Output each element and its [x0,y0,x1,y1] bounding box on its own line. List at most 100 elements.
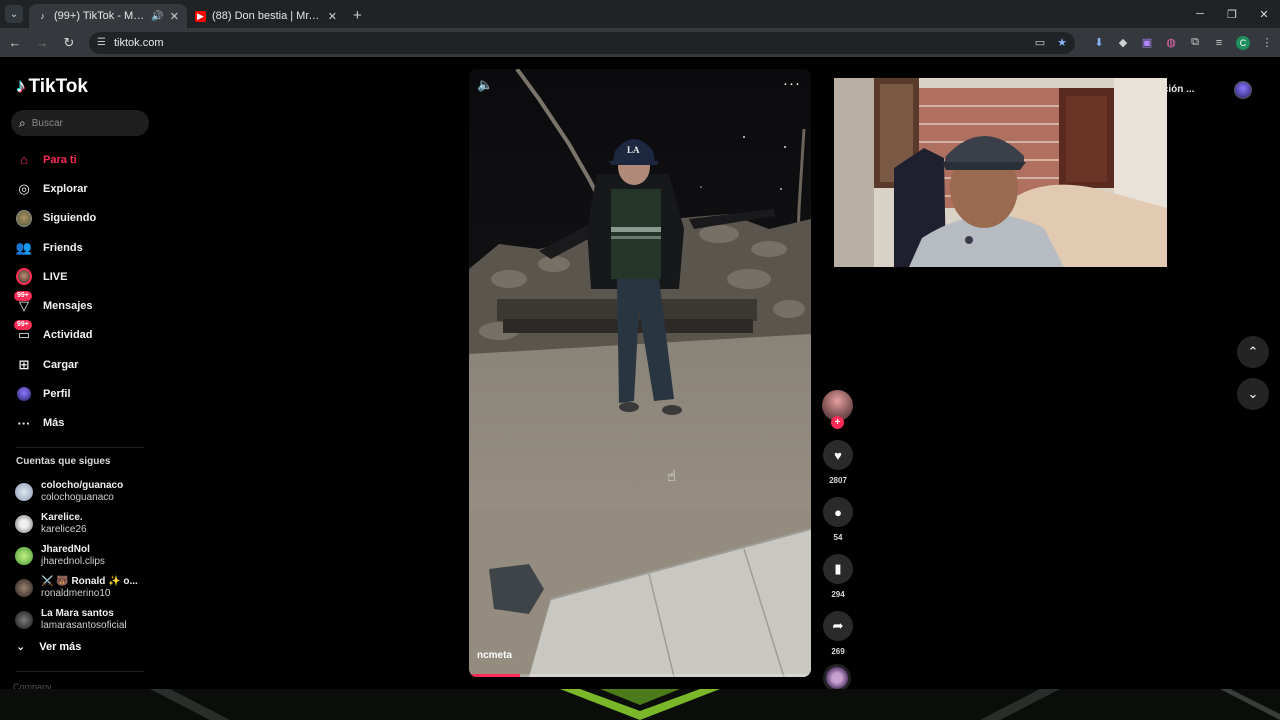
tiktok-logo[interactable]: ♪ TikTok [16,76,88,98]
creator-avatar[interactable]: + [822,390,853,429]
desktop-wallpaper [0,689,1280,720]
cast-icon[interactable]: ▭ [1035,36,1045,49]
share-arrow-icon[interactable]: ➦ [823,611,853,641]
nav-label: Más [43,417,65,430]
account-name: La Mara santos [41,608,114,619]
see-more-label: Ver más [39,640,82,653]
tab-tiktok[interactable]: ♪ (99+) TikTok - Make Your Day 🔊 ✕ [29,4,187,28]
nav-label: Actividad [43,329,93,342]
youtube-favicon-icon: ▶ [195,10,206,22]
nav-label: Perfil [43,388,71,401]
minimize-icon[interactable]: ─ [1184,8,1216,20]
next-video-button[interactable]: ⌄ [1237,378,1269,410]
extensions-puzzle-icon[interactable]: ⧉ [1183,36,1207,49]
chevron-down-icon: ⌄ [1247,386,1259,401]
like-action: ♥ 2807 [822,440,854,486]
webcam-overlay [834,78,1167,267]
nav-item-perfil[interactable]: Perfil [0,379,160,408]
sidebar-divider [16,671,144,672]
bookmark-star-icon[interactable]: ★ [1057,36,1067,49]
home-icon: ⌂ [20,152,28,168]
browser-menu-icon[interactable]: ⋮ [1255,36,1279,49]
tab-youtube[interactable]: ▶ (88) Don bestia | Mr.Beast Parody ✕ [187,4,345,28]
nav-label: Para ti [43,153,77,166]
account-name: ⚔️ 🐻 Ronald ✨ o... [41,576,138,587]
media-control-icon[interactable]: ≡ [1207,37,1231,49]
new-tab-button[interactable]: + [353,7,362,24]
hand-cursor-icon: ☝ [667,468,677,485]
share-count: 269 [831,647,845,656]
extension-pink-icon[interactable]: ◍ [1159,36,1183,49]
browser-tab-strip: ⌄ ♪ (99+) TikTok - Make Your Day 🔊 ✕ ▶ (… [0,0,1280,28]
follow-plus-icon[interactable]: + [831,416,844,429]
tab-search-icon[interactable]: ⌄ [5,5,23,23]
tab-audio-icon[interactable]: 🔊 [151,11,163,22]
sidebar: ♪ TikTok ⌕ Buscar ⌂ Para ti ◎ Explorar S… [0,57,160,692]
following-account[interactable]: colocho/guanaco colochoguanaco [0,476,160,508]
video-player[interactable]: LA 🔈 ··· ncmeta [469,69,811,677]
save-action: ▮ 294 [822,554,854,600]
nav-label: Siguiendo [43,212,97,225]
following-list: colocho/guanaco colochoguanaco Karelice. k… [0,476,160,636]
heart-icon[interactable]: ♥ [823,440,853,470]
following-account[interactable]: ⚔️ 🐻 Ronald ✨ o... ronaldmerino10 [0,572,160,604]
nav-item-actividad[interactable]: ▭ 99+ Actividad [0,320,160,350]
following-account[interactable]: Karelice. karelice26 [0,508,160,540]
back-icon[interactable]: ← [3,35,27,50]
tab-close-icon[interactable]: ✕ [170,10,179,23]
forward-icon[interactable]: → [30,35,54,50]
comment-count: 54 [833,533,843,542]
profile-avatar-icon [16,386,32,402]
tab-title: (88) Don bestia | Mr.Beast Parody [212,10,322,22]
music-disc-icon[interactable] [823,664,851,692]
address-bar[interactable]: ☰ tiktok.com ▭ ★ [89,31,1075,54]
following-account[interactable]: La Mara santos lamarasantosoficial [0,604,160,636]
extension-purple-icon[interactable]: ▣ [1135,36,1159,49]
window-controls: ─ ❐ ✕ [1184,0,1280,28]
header-profile-avatar[interactable] [1234,81,1252,99]
volume-icon[interactable]: 🔈 [477,77,493,93]
extensions-area: ⬇ ◆ ▣ ◍ ⧉ ≡ C ⋮ [1087,35,1279,50]
webcam-feed [834,78,1167,267]
wallpaper-graphic [0,689,1280,720]
live-avatar-icon [16,268,32,286]
nav-label: Explorar [43,182,88,195]
nav-item-siguiendo[interactable]: Siguiendo [0,204,160,233]
restore-icon[interactable]: ❐ [1216,8,1248,21]
following-account[interactable]: JharedNol jharednol.clips [0,540,160,572]
comment-icon[interactable]: ● [823,497,853,527]
nav-item-cargar[interactable]: ⊞ Cargar [0,350,160,379]
browser-toolbar: ← → ↻ ☰ tiktok.com ▭ ★ ⬇ ◆ ▣ ◍ ⧉ ≡ C ⋮ [0,28,1280,57]
nav-item-explorar[interactable]: ◎ Explorar [0,174,160,203]
more-dots-icon: ··· [17,415,31,431]
close-window-icon[interactable]: ✕ [1248,8,1280,21]
account-avatar [15,579,33,597]
following-section-title: Cuentas que sigues [16,456,111,467]
tab-close-icon[interactable]: ✕ [328,10,337,23]
profile-avatar-icon[interactable]: C [1236,35,1250,50]
video-progress-bar[interactable] [469,674,811,677]
account-handle: karelice26 [41,524,87,535]
nav-item-mas[interactable]: ··· Más [0,409,160,438]
nav-item-friends[interactable]: 👥 Friends [0,233,160,262]
reload-icon[interactable]: ↻ [57,35,81,51]
see-more-button[interactable]: ⌄ Ver más [16,640,82,654]
site-info-icon[interactable]: ☰ [97,37,106,48]
video-author[interactable]: ncmeta [477,650,512,661]
nav-item-live[interactable]: LIVE [0,262,160,291]
previous-video-button[interactable]: ⌃ [1237,336,1269,368]
sidebar-divider [16,447,144,448]
share-action: ➦ 269 [822,611,854,657]
nav-item-mensajes[interactable]: ▽ 99+ Mensajes [0,291,160,320]
search-input[interactable]: ⌕ Buscar [11,110,149,136]
extension-diamond-icon[interactable]: ◆ [1111,36,1135,49]
video-more-options-icon[interactable]: ··· [783,75,801,92]
bookmark-icon[interactable]: ▮ [823,554,853,584]
video-progress-fill [469,674,521,677]
comment-action: ● 54 [822,497,854,543]
account-avatar [15,515,33,533]
nav-item-para-ti[interactable]: ⌂ Para ti [0,145,160,174]
download-extension-icon[interactable]: ⬇ [1087,36,1111,49]
chevron-up-icon: ⌃ [1247,344,1259,359]
svg-text:LA: LA [627,145,640,155]
